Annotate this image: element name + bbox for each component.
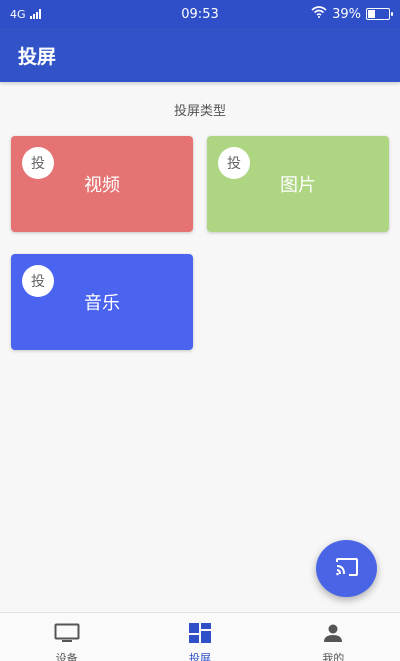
nav-item-devices[interactable]: 设备 bbox=[0, 613, 133, 661]
cast-button[interactable] bbox=[316, 540, 377, 597]
battery-fill bbox=[368, 10, 376, 18]
section-title: 投屏类型 bbox=[173, 104, 226, 119]
status-right: 39% bbox=[311, 6, 393, 22]
nav-item-me[interactable]: 我的 bbox=[267, 613, 400, 661]
status-bar: 4G 09:53 39% bbox=[0, 0, 400, 28]
card-music[interactable]: 投 音乐 bbox=[11, 254, 193, 350]
battery-percent: 39% bbox=[332, 6, 361, 22]
status-left: 4G bbox=[10, 8, 41, 21]
nav-label: 我的 bbox=[322, 652, 345, 661]
card-video[interactable]: 投 视频 bbox=[11, 136, 193, 232]
card-label: 视频 bbox=[84, 175, 120, 196]
wifi-icon bbox=[311, 6, 327, 22]
nav-item-cast[interactable]: 投屏 bbox=[133, 613, 266, 661]
card-label: 音乐 bbox=[84, 293, 120, 314]
dashboard-icon bbox=[188, 623, 211, 647]
battery-icon bbox=[366, 8, 393, 20]
tv-icon bbox=[54, 623, 80, 647]
signal-icon bbox=[29, 9, 41, 19]
nav-label: 设备 bbox=[55, 652, 78, 661]
nav-label: 投屏 bbox=[188, 652, 211, 661]
bottom-nav: 设备 投屏 我的 bbox=[0, 612, 400, 661]
person-icon bbox=[323, 623, 343, 647]
network-type: 4G bbox=[10, 7, 26, 21]
card-label: 图片 bbox=[280, 175, 316, 196]
card-photo[interactable]: 投 图片 bbox=[207, 136, 389, 232]
app-bar: 投屏 bbox=[0, 28, 400, 82]
page-title: 投屏 bbox=[18, 45, 57, 68]
cast-icon bbox=[335, 557, 359, 581]
